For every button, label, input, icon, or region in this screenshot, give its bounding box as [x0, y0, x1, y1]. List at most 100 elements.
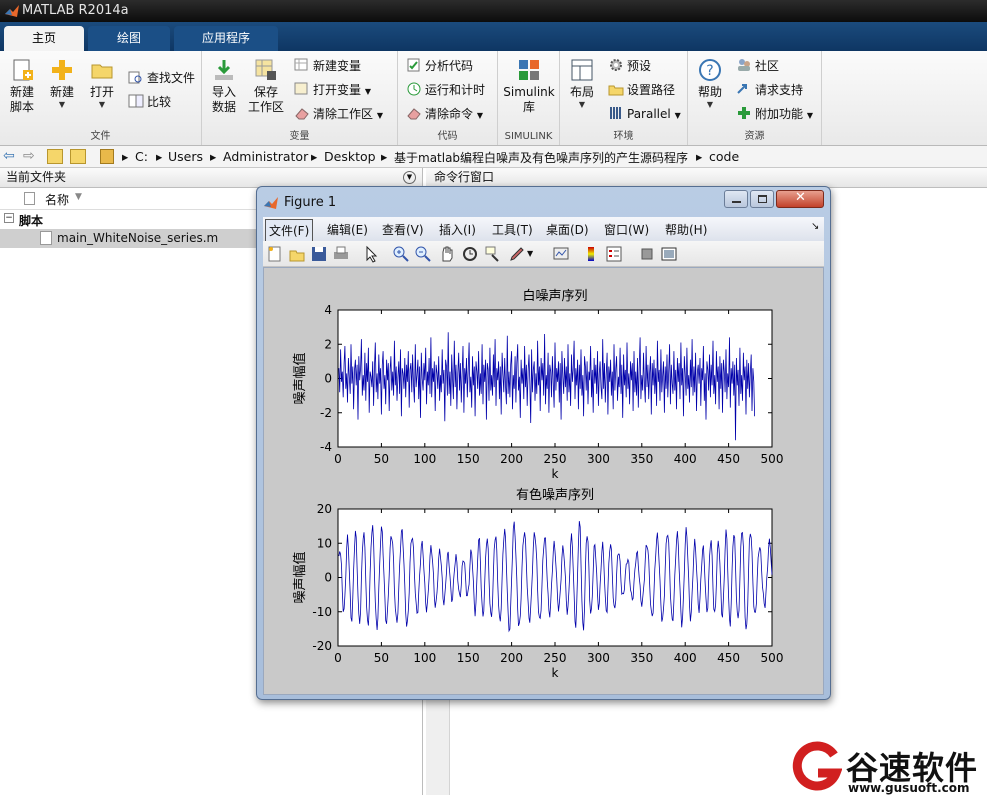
x-tick-label: 450	[717, 452, 740, 466]
save-workspace-button[interactable]: 保存 工作区	[246, 57, 286, 115]
request-support-button[interactable]: 请求支持	[736, 80, 803, 100]
menu-help[interactable]: 帮助(H)	[665, 221, 707, 238]
breadcrumb-administrator[interactable]: Administrator	[223, 149, 308, 164]
open-variable-button[interactable]: 打开变量 ▼	[294, 80, 371, 100]
dock-arrow-icon[interactable]: ↘	[811, 221, 819, 232]
show-plot-tools-icon[interactable]	[660, 245, 678, 263]
hide-plot-tools-icon[interactable]	[638, 245, 656, 263]
column-header-name[interactable]: 名称	[45, 191, 69, 208]
ribbon-tab-bar: 主页 绘图 应用程序	[0, 22, 987, 51]
ribbon-section-file: 新建 脚本 新建 ▼ 打开 ▼ 查找文件 比较 文件	[0, 51, 202, 145]
run-and-time-button[interactable]: 运行和计时	[406, 80, 485, 100]
x-tick-label: 150	[457, 651, 480, 665]
legend-icon[interactable]	[605, 245, 623, 263]
analyze-code-button[interactable]: 分析代码	[406, 56, 473, 76]
x-tick-label: 50	[374, 651, 389, 665]
open-button[interactable]: 打开 ▼	[84, 57, 120, 110]
chevron-down-icon: ▼	[578, 100, 586, 109]
x-tick-label: 500	[761, 651, 784, 665]
tab-apps[interactable]: 应用程序	[174, 26, 278, 51]
maximize-button[interactable]	[750, 190, 774, 208]
x-tick-label: 150	[457, 452, 480, 466]
menu-file[interactable]: 文件(F)	[265, 219, 314, 242]
y-tick-label: 10	[317, 536, 332, 550]
ribbon-section-resources: ? 帮助 ▼ 社区 请求支持 附加功能 ▼ 资源	[688, 51, 822, 145]
collapse-icon[interactable]: −	[4, 213, 14, 223]
breadcrumb-users[interactable]: Users	[168, 149, 203, 164]
chevron-down-icon: ▼	[98, 100, 106, 109]
y-tick-label: 2	[324, 337, 332, 351]
set-path-button[interactable]: 设置路径	[608, 80, 675, 100]
community-icon	[738, 59, 750, 71]
matlab-logo-icon	[5, 5, 19, 17]
x-tick-label: 50	[374, 452, 389, 466]
new-script-button[interactable]: 新建 脚本	[4, 57, 40, 115]
tab-home[interactable]: 主页	[4, 26, 84, 51]
rotate-3d-icon[interactable]	[461, 245, 479, 263]
save-icon[interactable]	[310, 245, 328, 263]
panel-menu-icon[interactable]: ▼	[403, 171, 416, 184]
x-tick-label: 200	[500, 651, 523, 665]
browse-folder-icon[interactable]	[70, 149, 86, 164]
brush-icon[interactable]	[508, 245, 526, 263]
up-folder-icon[interactable]	[47, 149, 63, 164]
colorbar-icon[interactable]	[582, 245, 600, 263]
help-icon: ?	[699, 59, 721, 81]
simulink-library-icon	[519, 60, 539, 80]
section-label-resources: 资源	[744, 131, 765, 142]
new-figure-icon[interactable]	[266, 245, 284, 263]
tab-plots[interactable]: 绘图	[88, 26, 170, 51]
breadcrumb-separator: ▸	[381, 149, 388, 164]
chevron-down-icon[interactable]: ▼	[527, 249, 533, 258]
pan-hand-icon[interactable]	[438, 245, 456, 263]
parallel-label: Parallel	[627, 107, 671, 121]
breadcrumb-code[interactable]: code	[709, 149, 739, 164]
compare-button[interactable]: 比较	[128, 92, 171, 112]
zoom-in-icon[interactable]	[392, 245, 410, 263]
menu-desktop[interactable]: 桌面(D)	[546, 221, 589, 238]
minimize-button[interactable]	[724, 190, 748, 208]
matlab-logo-icon	[264, 197, 278, 209]
clear-workspace-button[interactable]: 清除工作区 ▼	[294, 104, 383, 124]
breadcrumb-separator: ▸	[122, 149, 129, 164]
new-variable-button[interactable]: 新建变量	[294, 56, 361, 76]
breadcrumb-project-folder[interactable]: 基于matlab编程白噪声及有色噪声序列的产生源码程序	[394, 149, 688, 166]
new-script-label: 新建 脚本	[9, 85, 34, 114]
forward-arrow-icon[interactable]: ⇨	[23, 148, 35, 164]
layout-button[interactable]: 布局 ▼	[564, 57, 600, 110]
new-button[interactable]: 新建 ▼	[44, 57, 80, 110]
simulink-library-button[interactable]: Simulink 库	[502, 57, 556, 115]
maximize-icon	[758, 195, 767, 203]
back-arrow-icon[interactable]: ⇦	[3, 148, 15, 164]
ribbon-section-variable: 导入 数据 保存 工作区 新建变量 打开变量 ▼ 清除工作区 ▼ 变量	[202, 51, 398, 145]
close-button[interactable]: ✕	[776, 190, 824, 208]
preferences-button[interactable]: 预设	[608, 56, 651, 76]
m-file-icon	[40, 231, 52, 245]
menu-window[interactable]: 窗口(W)	[604, 221, 649, 238]
link-plot-icon[interactable]	[552, 245, 570, 263]
find-files-button[interactable]: 查找文件	[128, 68, 195, 88]
ribbon-section-simulink: Simulink 库 SIMULINK	[498, 51, 560, 145]
clear-commands-label: 清除命令	[425, 107, 474, 121]
community-button[interactable]: 社区	[736, 56, 779, 76]
menu-edit[interactable]: 编辑(E)	[327, 221, 368, 238]
section-label-file: 文件	[90, 131, 111, 142]
pointer-icon[interactable]	[362, 245, 380, 263]
import-data-button[interactable]: 导入 数据	[206, 57, 242, 115]
parallel-button[interactable]: Parallel ▼	[608, 104, 681, 124]
data-cursor-icon[interactable]	[484, 245, 502, 263]
import-label: 导入 数据	[211, 85, 236, 114]
menu-insert[interactable]: 插入(I)	[439, 221, 476, 238]
menu-tools[interactable]: 工具(T)	[492, 221, 533, 238]
breadcrumb-c[interactable]: C:	[135, 149, 148, 164]
minimize-icon	[732, 201, 741, 203]
breadcrumb-desktop[interactable]: Desktop	[324, 149, 376, 164]
breadcrumb-separator: ▸	[156, 149, 163, 164]
help-button[interactable]: ? 帮助 ▼	[692, 57, 728, 110]
clear-commands-button[interactable]: 清除命令 ▼	[406, 104, 483, 124]
print-icon[interactable]	[332, 245, 350, 263]
add-ons-button[interactable]: 附加功能 ▼	[736, 104, 813, 124]
open-file-icon[interactable]	[288, 245, 306, 263]
zoom-out-icon[interactable]	[414, 245, 432, 263]
menu-view[interactable]: 查看(V)	[382, 221, 424, 238]
